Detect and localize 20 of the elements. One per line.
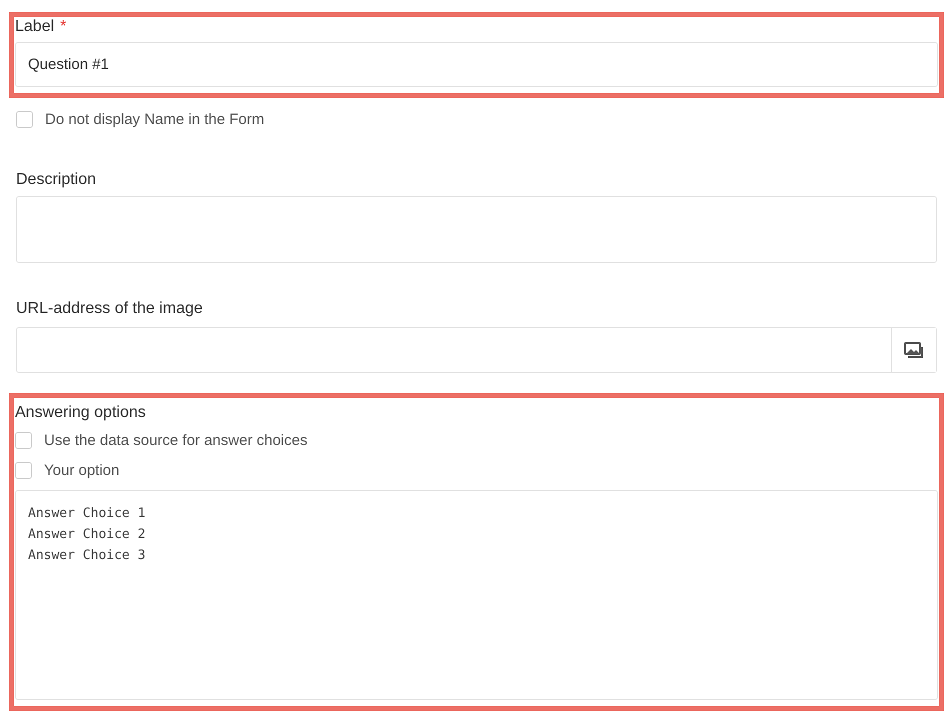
checkbox-label: Do not display Name in the Form — [45, 110, 264, 128]
answer-choices-field[interactable]: Answer Choice 1 Answer Choice 2 Answer Choice 3 — [15, 490, 938, 700]
url-field[interactable] — [16, 327, 937, 373]
image-icon — [904, 342, 924, 358]
checkbox[interactable] — [15, 462, 32, 478]
field-label: Description — [16, 170, 96, 190]
field-label: URL-address of the image — [16, 299, 203, 319]
answer-choice: Answer Choice 2 — [28, 526, 146, 544]
checkbox-label: Use the data source for answer choices — [44, 432, 308, 448]
answer-choice: Answer Choice 1 — [28, 505, 146, 523]
checkbox[interactable] — [15, 432, 32, 448]
field-label: Label — [15, 17, 54, 37]
checkbox-label: Your option — [44, 462, 120, 478]
required-mark: * — [60, 17, 66, 37]
label-input[interactable]: Question #1 — [15, 42, 938, 87]
image-button[interactable] — [891, 328, 936, 372]
answer-choice: Answer Choice 3 — [28, 547, 146, 565]
section-title: Answering options — [15, 403, 146, 423]
description-field[interactable] — [16, 196, 937, 263]
checkbox[interactable] — [16, 110, 33, 128]
